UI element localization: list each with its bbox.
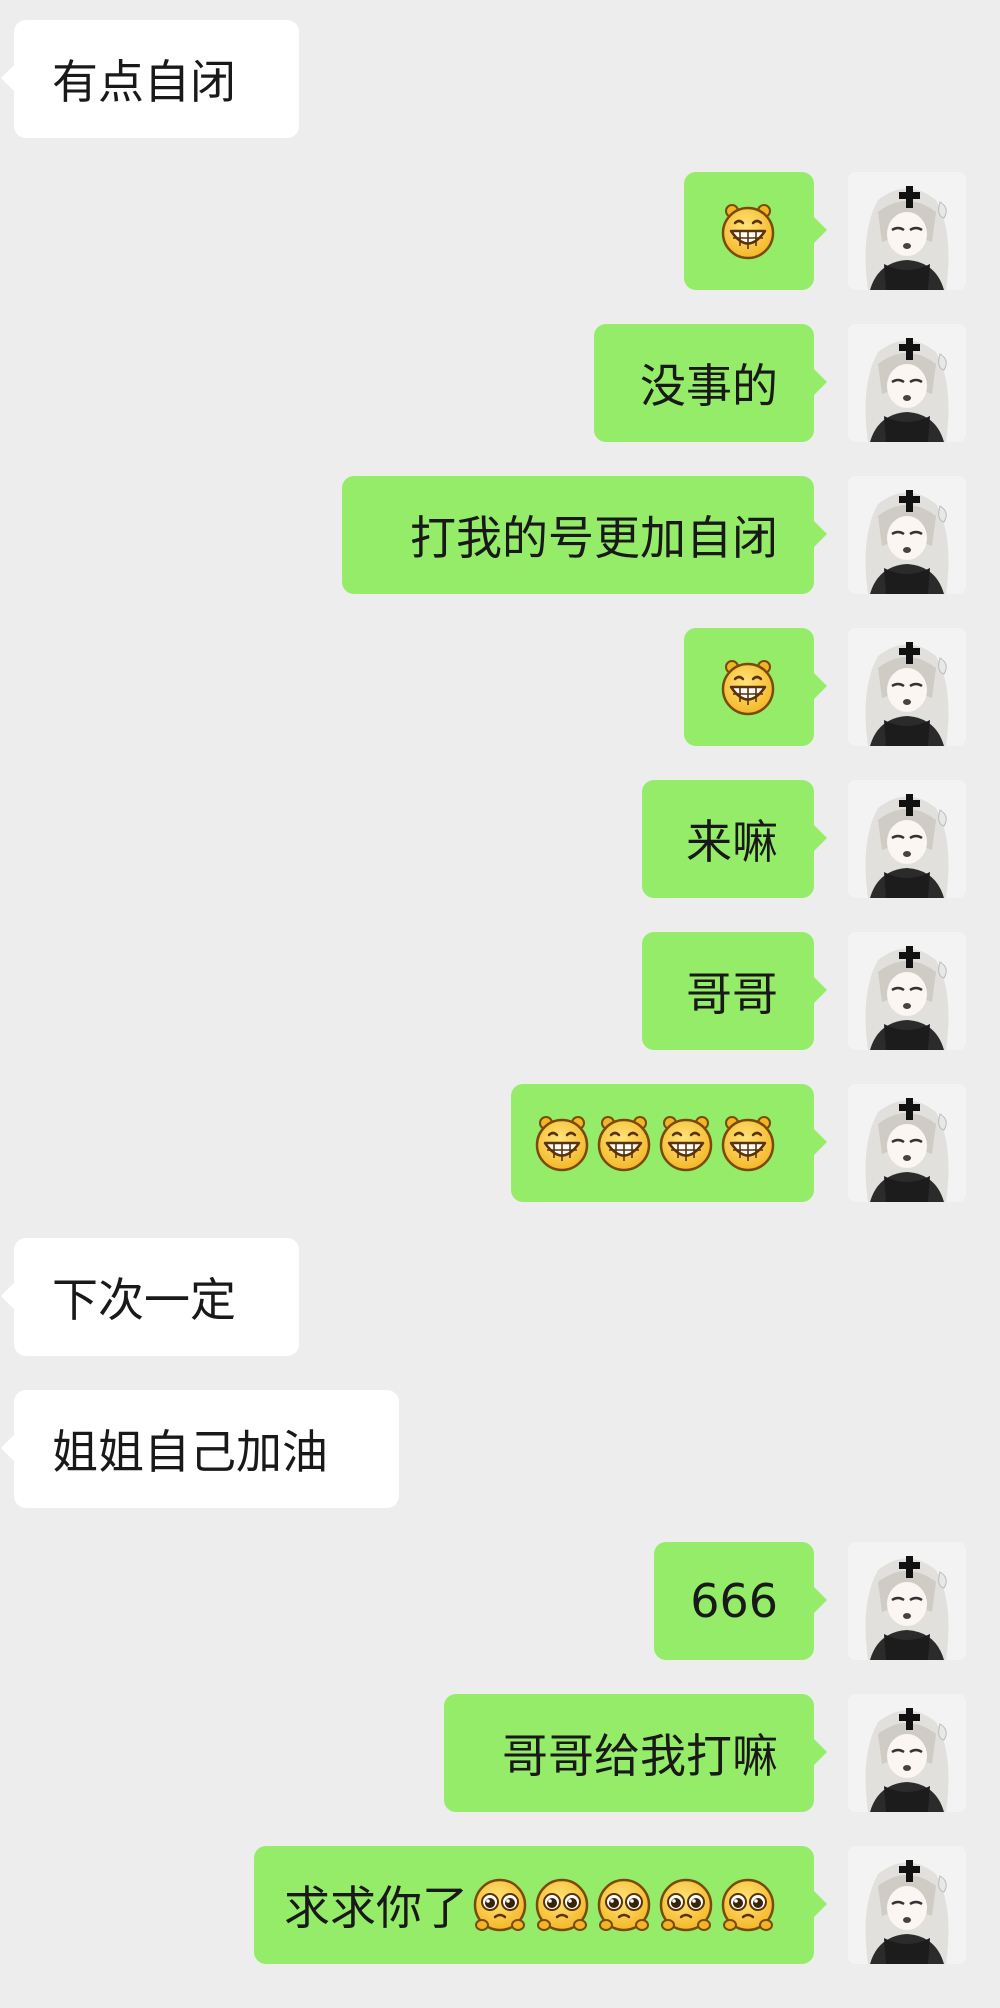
message-row	[0, 172, 1000, 290]
user-avatar[interactable]	[848, 628, 966, 746]
user-avatar[interactable]	[848, 932, 966, 1050]
outgoing-message-bubble[interactable]: 打我的号更加自闭	[342, 476, 827, 594]
message-row: 没事的	[0, 324, 1000, 442]
user-avatar[interactable]	[848, 324, 966, 442]
grin-emoji-icon	[718, 201, 778, 261]
message-row: 哥哥	[0, 932, 1000, 1050]
chat-message-list[interactable]: 有点自闭 没事的 打我的号更加自闭 来嘛 哥哥 下次一定 姐姐自己加油 666 …	[0, 0, 1000, 2008]
message-text: 有点自闭	[52, 55, 236, 109]
user-avatar[interactable]	[848, 476, 966, 594]
message-text: 姐姐自己加油	[52, 1425, 328, 1479]
outgoing-message-bubble[interactable]: 来嘛	[642, 780, 827, 898]
message-row: 666	[0, 1542, 1000, 1660]
incoming-message-bubble[interactable]: 姐姐自己加油	[1, 1390, 399, 1508]
pleading-emoji-icon	[718, 1875, 778, 1935]
pleading-emoji-icon	[470, 1875, 530, 1935]
message-text: 哥哥给我打嘛	[502, 1729, 778, 1783]
grin-emoji-icon	[532, 1113, 592, 1173]
user-avatar[interactable]	[848, 1542, 966, 1660]
user-avatar[interactable]	[848, 1694, 966, 1812]
incoming-message-bubble[interactable]: 有点自闭	[1, 20, 299, 138]
user-avatar[interactable]	[848, 1846, 966, 1964]
incoming-message-bubble[interactable]: 下次一定	[1, 1238, 299, 1356]
message-row: 姐姐自己加油	[0, 1390, 1000, 1508]
message-row: 哥哥给我打嘛	[0, 1694, 1000, 1812]
outgoing-message-bubble[interactable]: 666	[654, 1542, 827, 1660]
message-row: 有点自闭	[0, 20, 1000, 138]
message-text: 哥哥	[686, 967, 778, 1021]
pleading-emoji-icon	[532, 1875, 592, 1935]
outgoing-message-bubble[interactable]	[511, 1084, 827, 1202]
grin-emoji-icon	[656, 1113, 716, 1173]
user-avatar[interactable]	[848, 1084, 966, 1202]
user-avatar[interactable]	[848, 172, 966, 290]
pleading-emoji-icon	[594, 1875, 654, 1935]
message-text: 没事的	[640, 359, 778, 413]
grin-emoji-icon	[718, 1113, 778, 1173]
outgoing-message-bubble[interactable]	[684, 172, 827, 290]
outgoing-message-bubble[interactable]: 没事的	[594, 324, 827, 442]
pleading-emoji-icon	[656, 1875, 716, 1935]
user-avatar[interactable]	[848, 780, 966, 898]
message-text: 下次一定	[52, 1273, 236, 1327]
message-row	[0, 1084, 1000, 1202]
outgoing-message-bubble[interactable]: 求求你了	[254, 1846, 827, 1964]
message-text: 求求你了	[284, 1881, 468, 1935]
message-text: 打我的号更加自闭	[410, 511, 778, 565]
message-text: 666	[690, 1574, 778, 1628]
message-row: 求求你了	[0, 1846, 1000, 1964]
message-row: 来嘛	[0, 780, 1000, 898]
message-row	[0, 628, 1000, 746]
grin-emoji-icon	[718, 657, 778, 717]
outgoing-message-bubble[interactable]: 哥哥给我打嘛	[444, 1694, 827, 1812]
message-row: 打我的号更加自闭	[0, 476, 1000, 594]
message-text: 来嘛	[686, 815, 778, 869]
outgoing-message-bubble[interactable]	[684, 628, 827, 746]
outgoing-message-bubble[interactable]: 哥哥	[642, 932, 827, 1050]
grin-emoji-icon	[594, 1113, 654, 1173]
message-row: 下次一定	[0, 1238, 1000, 1356]
